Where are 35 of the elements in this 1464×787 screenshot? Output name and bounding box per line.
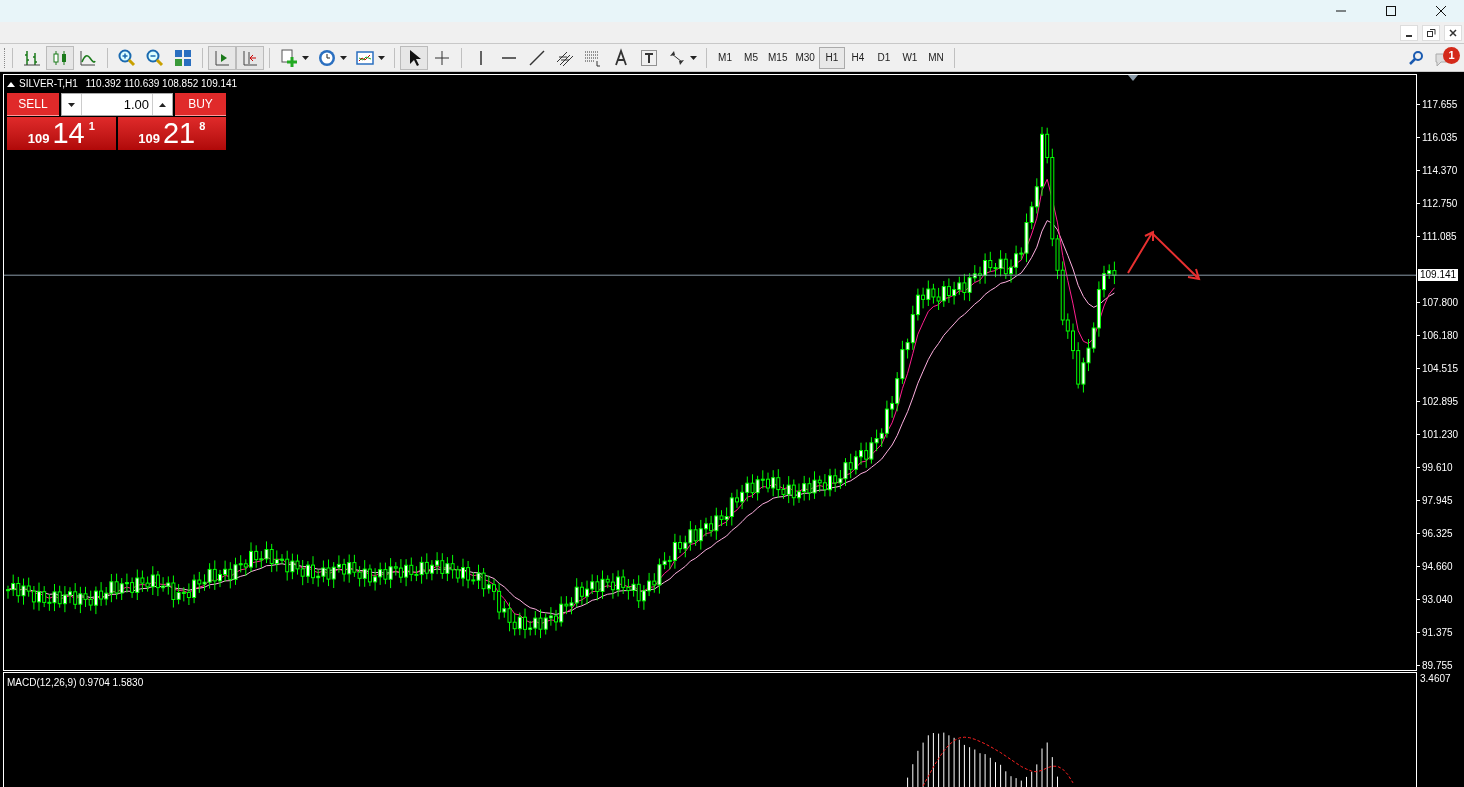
buy-button[interactable]: BUY — [175, 93, 226, 116]
indicator-label: MACD(12,26,9) 0.9704 1.5830 — [7, 676, 144, 690]
price-axis-label: 96.325 — [1422, 527, 1453, 541]
timeframe-button[interactable]: MN — [922, 46, 949, 69]
current-price-label: 109.141 — [1418, 269, 1459, 282]
price-axis-label: 99.610 — [1422, 461, 1453, 475]
indicator-axis-label: 3.4607 — [1420, 672, 1451, 686]
price-axis-label: 106.180 — [1422, 329, 1459, 343]
price-axis-label: 111.085 — [1422, 230, 1457, 244]
price-axis-label: 114.370 — [1422, 164, 1458, 178]
timeframe-button[interactable]: M15 — [764, 46, 792, 69]
timeframe-button[interactable]: H4 — [844, 46, 871, 69]
timeframe-button[interactable]: M30 — [791, 46, 819, 69]
sell-button[interactable]: SELL — [7, 93, 59, 116]
price-axis-label: 112.750 — [1422, 197, 1458, 211]
notification-badge: 1 — [1443, 46, 1460, 64]
price-axis-label: 97.945 — [1422, 494, 1453, 508]
price-axis-label: 117.655 — [1422, 98, 1458, 112]
timeframe-button[interactable]: M5 — [738, 46, 764, 69]
price-axis-label: 94.660 — [1422, 560, 1453, 574]
timeframe-button[interactable]: W1 — [896, 46, 923, 69]
timeframe-button[interactable]: D1 — [870, 46, 897, 69]
price-axis-label: 93.040 — [1422, 593, 1453, 607]
price-axis-label: 116.035 — [1422, 131, 1458, 145]
ohlc-values: 110.392 110.639 108.852 109.141 — [85, 77, 238, 91]
timeframe-button[interactable]: M1 — [712, 46, 738, 69]
timeframe-button[interactable]: H1 — [818, 46, 845, 69]
price-axis-label: 107.800 — [1422, 296, 1459, 310]
price-axis-label: 104.515 — [1422, 362, 1459, 376]
chart-symbol: SILVER-T,H1 — [19, 77, 78, 91]
price-axis-label: 89.755 — [1422, 659, 1453, 673]
lot-size-field[interactable]: 1.00 — [61, 93, 173, 116]
price-axis-label: 102.895 — [1422, 395, 1459, 409]
price-axis-label: 91.375 — [1422, 626, 1453, 640]
price-axis-label: 101.230 — [1422, 428, 1459, 442]
